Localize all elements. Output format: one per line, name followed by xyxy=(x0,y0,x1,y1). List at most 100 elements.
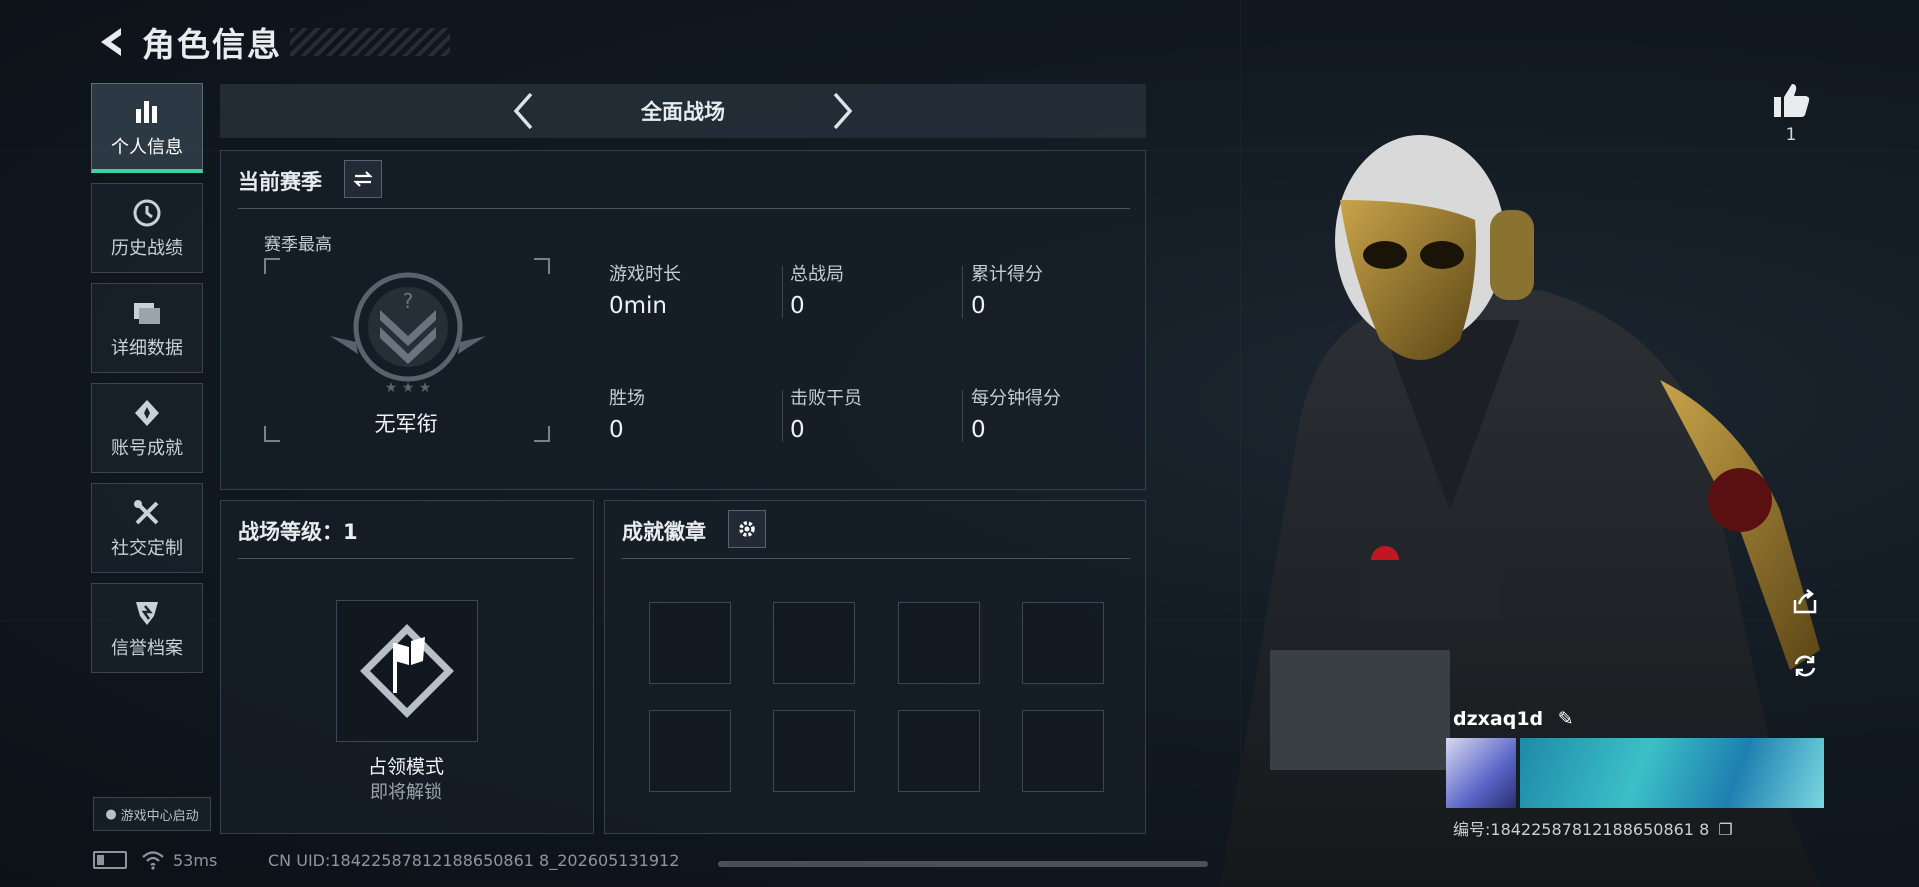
stat-label: 每分钟得分 xyxy=(971,388,1061,409)
bar-chart-icon xyxy=(132,95,162,129)
tools-icon xyxy=(132,496,162,530)
stat-value: 0 xyxy=(790,293,805,319)
player-name: dzxaq1d ✎ xyxy=(1453,708,1574,730)
divider xyxy=(782,266,783,318)
sidebar-item-label: 信誉档案 xyxy=(111,638,183,659)
ping-text: 53ms xyxy=(173,850,218,870)
chevron-right-icon xyxy=(833,92,853,130)
divider xyxy=(962,266,963,318)
scrollbar[interactable] xyxy=(718,861,1208,867)
frame-corner xyxy=(264,258,280,274)
sidebar-item-label: 个人信息 xyxy=(111,136,183,158)
badge-slot[interactable] xyxy=(649,602,731,684)
name-card[interactable] xyxy=(1446,738,1824,808)
stat-label: 胜场 xyxy=(609,388,645,409)
gear-icon xyxy=(739,521,755,537)
divider xyxy=(238,208,1130,209)
swap-icon xyxy=(353,171,373,187)
stat-value: 0 xyxy=(790,417,805,443)
svg-text:?: ? xyxy=(403,289,414,313)
mode-status: 即将解锁 xyxy=(370,782,442,803)
achievement-icon xyxy=(132,396,162,430)
sidebar: 个人信息 历史战绩 详细数据 账号成就 社交定制 信誉档案 xyxy=(91,83,205,683)
shield-icon xyxy=(132,596,162,630)
stat-value: 0 xyxy=(971,293,986,319)
clock-icon xyxy=(132,196,162,230)
next-mode-button[interactable] xyxy=(823,91,863,131)
battery-icon xyxy=(93,851,127,869)
svg-text:★ ★ ★: ★ ★ ★ xyxy=(385,380,432,396)
badge-slot[interactable] xyxy=(649,710,731,792)
season-best-label: 赛季最高 xyxy=(264,235,332,255)
avatar xyxy=(1446,738,1516,808)
prev-mode-button[interactable] xyxy=(503,91,543,131)
sidebar-item-label: 历史战绩 xyxy=(111,238,183,259)
stat-label: 击败干员 xyxy=(790,388,862,409)
cn-uid: CN UID:18422587812188650861 8_2026051319… xyxy=(268,851,680,870)
player-name-text: dzxaq1d xyxy=(1453,708,1544,730)
sidebar-item-label: 详细数据 xyxy=(111,338,183,359)
page-header: 角色信息 xyxy=(92,18,450,66)
name-card-banner xyxy=(1520,738,1824,808)
stat-value: 0 xyxy=(971,417,986,443)
wifi-icon xyxy=(142,851,164,870)
badge-slot[interactable] xyxy=(1022,602,1104,684)
sidebar-item-achievements[interactable]: 账号成就 xyxy=(91,383,203,473)
like-count: 1 xyxy=(1785,125,1797,145)
back-arrow-icon xyxy=(101,28,121,56)
rotate-button[interactable] xyxy=(1784,645,1826,687)
like-widget[interactable]: 1 xyxy=(1770,80,1812,145)
switch-season-button[interactable] xyxy=(344,160,382,198)
badge-settings-button[interactable] xyxy=(728,510,766,548)
thumbs-up-icon xyxy=(1774,84,1810,117)
frame-corner xyxy=(534,258,550,274)
share-button[interactable] xyxy=(1784,581,1826,623)
back-button[interactable] xyxy=(92,22,132,62)
rank-emblem-icon: ? ★ ★ ★ xyxy=(330,272,486,396)
rank-name: 无军衔 xyxy=(374,412,438,436)
status-bar: 53ms xyxy=(93,850,217,870)
divider xyxy=(622,558,1130,559)
badge-slot[interactable] xyxy=(773,602,855,684)
mode-name: 占领模式 xyxy=(367,756,444,778)
folder-icon xyxy=(131,296,163,330)
badge-slot[interactable] xyxy=(898,710,980,792)
share-icon xyxy=(1793,589,1817,614)
frame-corner xyxy=(534,426,550,442)
page-title: 角色信息 xyxy=(142,25,282,64)
sidebar-item-history[interactable]: 历史战绩 xyxy=(91,183,203,273)
sidebar-item-label: 账号成就 xyxy=(111,438,183,459)
divider xyxy=(782,390,783,442)
season-title: 当前赛季 xyxy=(238,170,322,194)
achievements-title: 成就徽章 xyxy=(622,520,706,544)
title-decoration xyxy=(290,28,450,56)
game-center-label: 游戏中心启动 xyxy=(120,808,199,824)
refresh-icon xyxy=(1794,655,1816,677)
badge-slot[interactable] xyxy=(1022,710,1104,792)
chevron-left-icon xyxy=(513,92,533,130)
game-center-button[interactable]: ● 游戏中心启动 xyxy=(93,797,211,831)
frame-corner xyxy=(264,426,280,442)
player-id-text: 编号:18422587812188650861 8 xyxy=(1453,820,1710,839)
stat-value: 0min xyxy=(609,293,668,319)
player-id: 编号:18422587812188650861 8 ❐ xyxy=(1453,816,1733,840)
mode-selector: 全面战场 xyxy=(220,84,1146,138)
sidebar-item-label: 社交定制 xyxy=(111,538,183,559)
flag-icon xyxy=(360,624,454,718)
mode-title: 全面战场 xyxy=(641,100,725,124)
badge-slot[interactable] xyxy=(898,602,980,684)
domination-mode-tile[interactable] xyxy=(336,600,478,742)
copy-icon[interactable]: ❐ xyxy=(1718,820,1732,839)
sidebar-item-detailed-data[interactable]: 详细数据 xyxy=(91,283,203,373)
divider xyxy=(962,390,963,442)
edit-name-button[interactable]: ✎ xyxy=(1558,708,1574,730)
battlefield-level-title: 战场等级：1 xyxy=(238,520,358,544)
stat-label: 总战局 xyxy=(790,264,844,285)
sidebar-item-personal-info[interactable]: 个人信息 xyxy=(91,83,203,173)
sidebar-item-credit[interactable]: 信誉档案 xyxy=(91,583,203,673)
qq-icon: ● xyxy=(105,806,117,822)
badge-slot[interactable] xyxy=(773,710,855,792)
stat-label: 游戏时长 xyxy=(609,264,681,285)
stat-label: 累计得分 xyxy=(971,264,1043,285)
sidebar-item-social[interactable]: 社交定制 xyxy=(91,483,203,573)
